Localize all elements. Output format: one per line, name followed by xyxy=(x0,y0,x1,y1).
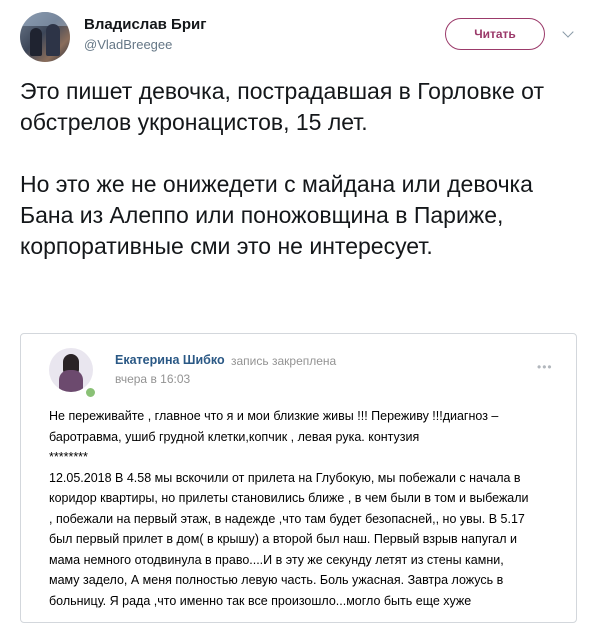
post-line: мама немного отодвинула в право....И в э… xyxy=(49,552,504,567)
vk-avatar xyxy=(49,348,93,392)
post-line: баротравма, ушиб грудной клетки,копчик ,… xyxy=(49,429,420,444)
post-line: 12.05.2018 В 4.58 мы вскочили от прилета… xyxy=(49,470,521,485)
post-line: Не переживайте , главное что я и мои бли… xyxy=(49,409,499,423)
post-line: ******** xyxy=(49,450,88,464)
post-line: маму задело, А меня полностью левую част… xyxy=(49,573,504,587)
post-time: вчера в 16:03 xyxy=(115,372,191,386)
vk-post-body: Не переживайте , главное что я и мои бли… xyxy=(49,406,564,611)
author-avatar[interactable] xyxy=(20,12,70,62)
tweet-paragraph: Это пишет девочка, пострадавшая в Горлов… xyxy=(20,78,544,135)
more-icon: ••• xyxy=(537,360,553,374)
author-name[interactable]: Владислав Бриг xyxy=(84,16,206,33)
vk-author-name: Екатерина Шибко xyxy=(115,353,225,367)
pinned-label: запись закреплена xyxy=(231,354,337,368)
online-indicator xyxy=(84,386,97,399)
tweet-text: Это пишет девочка, пострадавшая в Горлов… xyxy=(20,76,580,262)
tweet-paragraph: Но это же не онижедети с майдана или дев… xyxy=(20,171,533,259)
avatar-figure xyxy=(30,28,42,56)
avatar-background xyxy=(20,12,70,26)
attached-screenshot[interactable]: Екатерина Шибко запись закреплена вчера … xyxy=(20,333,577,623)
post-line: , побежали на первый этаж, в надежде ,чт… xyxy=(49,511,525,526)
follow-button[interactable]: Читать xyxy=(445,18,545,50)
post-line: был первый прилет в дом( в крышу) а втор… xyxy=(49,532,517,546)
author-handle[interactable]: @VladBreegee xyxy=(84,37,172,52)
chevron-down-icon[interactable] xyxy=(562,26,574,38)
post-line: коридор квартиры, но прилеты становились… xyxy=(49,491,529,505)
avatar-figure xyxy=(46,24,60,56)
post-line: больницу. Я рада ,что именно так все про… xyxy=(49,593,472,608)
